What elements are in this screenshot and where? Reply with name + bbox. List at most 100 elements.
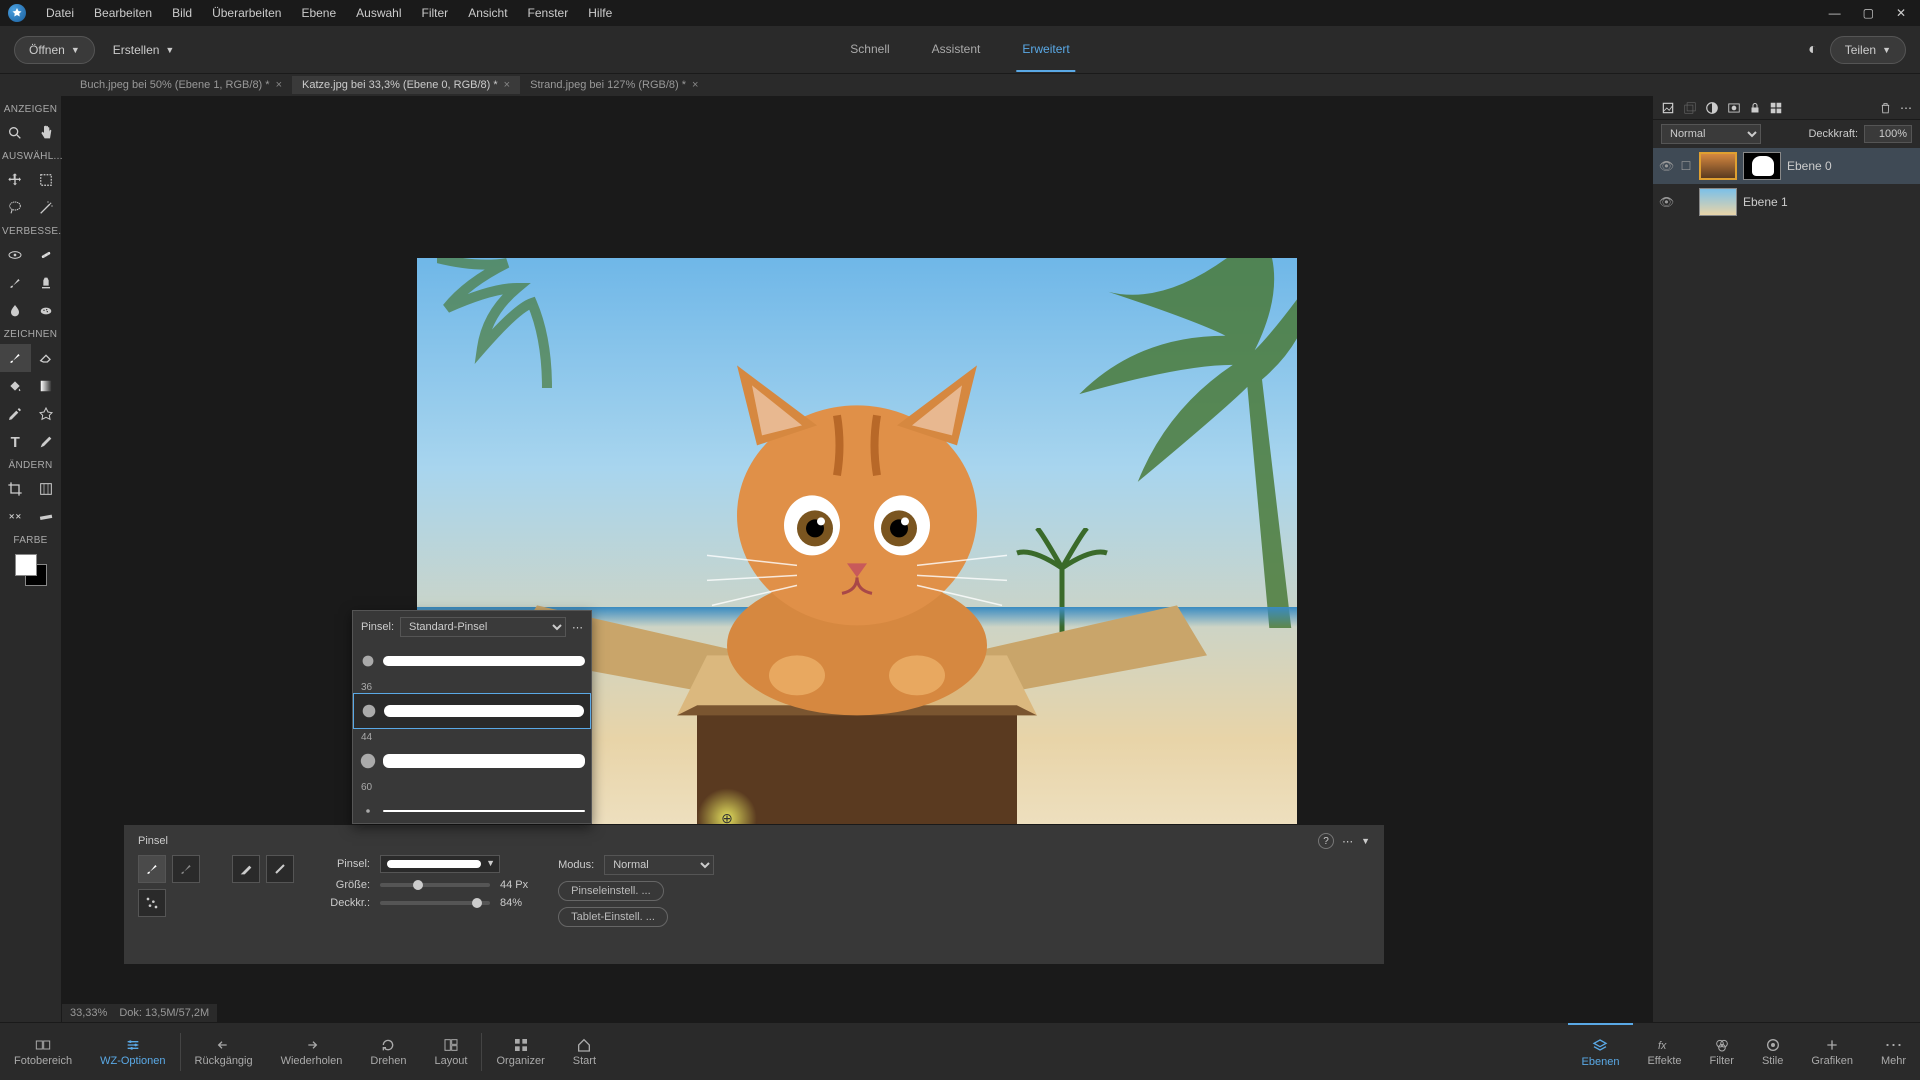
- bb-wz-optionen[interactable]: WZ-Optionen: [86, 1023, 179, 1080]
- crop-tool-icon[interactable]: [0, 475, 31, 503]
- layer-fx-icon[interactable]: [1769, 101, 1783, 115]
- color-swatch[interactable]: [15, 554, 47, 586]
- brush-item[interactable]: [353, 743, 591, 779]
- menu-bild[interactable]: Bild: [162, 2, 202, 24]
- more-icon[interactable]: ⋯: [1900, 101, 1912, 115]
- clone-stamp-tool-icon[interactable]: [31, 269, 62, 297]
- brush-preview-dropdown[interactable]: ▼: [380, 855, 500, 873]
- move-tool-icon[interactable]: [0, 166, 31, 194]
- tablet-settings-button[interactable]: Tablet-Einstell. ...: [558, 907, 668, 927]
- zoom-tool-icon[interactable]: [0, 119, 31, 147]
- bb-fotobereich[interactable]: Fotobereich: [0, 1023, 86, 1080]
- menu-ueberarbeiten[interactable]: Überarbeiten: [202, 2, 291, 24]
- smart-brush-tool-icon[interactable]: [0, 269, 31, 297]
- menu-hilfe[interactable]: Hilfe: [578, 2, 622, 24]
- brush-item[interactable]: [353, 643, 591, 679]
- share-button[interactable]: Teilen ▼: [1830, 36, 1906, 64]
- blend-mode-select[interactable]: Normal: [604, 855, 714, 875]
- spot-heal-tool-icon[interactable]: [31, 241, 62, 269]
- collapse-icon[interactable]: ▼: [1361, 836, 1370, 846]
- eraser-tool-icon[interactable]: [31, 344, 62, 372]
- mode-tab-schnell[interactable]: Schnell: [844, 28, 895, 72]
- close-icon[interactable]: ×: [504, 79, 510, 91]
- hand-tool-icon[interactable]: [31, 119, 62, 147]
- bb-layout[interactable]: Layout: [420, 1023, 481, 1080]
- brush-variant-1-icon[interactable]: [138, 855, 166, 883]
- mode-tab-erweitert[interactable]: Erweitert: [1016, 28, 1075, 72]
- bb-organizer[interactable]: Organizer: [482, 1023, 558, 1080]
- layer-mask-icon[interactable]: [1727, 101, 1741, 115]
- bb-undo[interactable]: Rückgängig: [181, 1023, 267, 1080]
- lock-layer-icon[interactable]: [1749, 101, 1761, 115]
- marquee-tool-icon[interactable]: [31, 166, 62, 194]
- layer-thumb[interactable]: [1699, 188, 1737, 216]
- paint-bucket-tool-icon[interactable]: [0, 372, 31, 400]
- layer-mask-thumb[interactable]: [1743, 152, 1781, 180]
- sponge-tool-icon[interactable]: [31, 297, 62, 325]
- eyedropper-tool-icon[interactable]: [0, 400, 31, 428]
- bb-grafiken[interactable]: Grafiken: [1797, 1023, 1867, 1080]
- brush-item[interactable]: [353, 793, 591, 823]
- bb-mehr[interactable]: ⋯ Mehr: [1867, 1023, 1920, 1080]
- visibility-toggle-icon[interactable]: 👁: [1659, 195, 1673, 209]
- more-icon[interactable]: ⋯: [572, 621, 583, 634]
- canvas-area[interactable]: ⊕ 33,33% Dok: 13,5M/57,2M Pinsel: Standa…: [62, 96, 1652, 1022]
- layer-group-icon[interactable]: [1683, 101, 1697, 115]
- doc-tab-2[interactable]: Strand.jpeg bei 127% (RGB/8) * ×: [520, 76, 708, 94]
- close-icon[interactable]: ×: [692, 79, 698, 91]
- help-icon[interactable]: ?: [1318, 833, 1334, 849]
- brush-item[interactable]: [353, 693, 591, 729]
- layer-blend-mode-select[interactable]: Normal: [1661, 124, 1761, 144]
- delete-layer-icon[interactable]: [1879, 101, 1892, 115]
- bb-rotate[interactable]: Drehen: [356, 1023, 420, 1080]
- bb-home[interactable]: Start: [559, 1023, 610, 1080]
- menu-bearbeiten[interactable]: Bearbeiten: [84, 2, 162, 24]
- menu-ebene[interactable]: Ebene: [291, 2, 346, 24]
- bb-redo[interactable]: Wiederholen: [267, 1023, 357, 1080]
- pencil-tool-icon[interactable]: [31, 428, 62, 456]
- bb-ebenen[interactable]: Ebenen: [1568, 1023, 1634, 1080]
- doc-tab-0[interactable]: Buch.jpeg bei 50% (Ebene 1, RGB/8) * ×: [70, 76, 292, 94]
- close-icon[interactable]: ✕: [1890, 4, 1912, 22]
- bb-stile[interactable]: Stile: [1748, 1023, 1797, 1080]
- create-button[interactable]: Erstellen ▼: [113, 43, 175, 57]
- text-tool-icon[interactable]: T: [0, 428, 31, 456]
- shape-tool-icon[interactable]: [31, 400, 62, 428]
- size-slider[interactable]: [380, 883, 490, 887]
- straighten-tool-icon[interactable]: [31, 503, 62, 531]
- wand-tool-icon[interactable]: [31, 194, 62, 222]
- bb-effekte[interactable]: fx Effekte: [1633, 1023, 1695, 1080]
- foreground-color[interactable]: [15, 554, 37, 576]
- opacity-slider[interactable]: [380, 901, 490, 905]
- blur-tool-icon[interactable]: [0, 297, 31, 325]
- close-icon[interactable]: ×: [276, 79, 282, 91]
- bb-filter[interactable]: Filter: [1696, 1023, 1748, 1080]
- layer-name[interactable]: Ebene 0: [1787, 159, 1832, 173]
- menu-ansicht[interactable]: Ansicht: [458, 2, 517, 24]
- layer-row[interactable]: 👁 ☐ Ebene 0: [1653, 148, 1920, 184]
- minimize-icon[interactable]: —: [1823, 4, 1847, 22]
- menu-filter[interactable]: Filter: [412, 2, 459, 24]
- link-icon[interactable]: ☐: [1679, 159, 1693, 173]
- recompose-tool-icon[interactable]: [31, 475, 62, 503]
- more-icon[interactable]: ⋯: [1342, 835, 1353, 848]
- brush-variant-5-icon[interactable]: [138, 889, 166, 917]
- brush-variant-3-icon[interactable]: [232, 855, 260, 883]
- doc-tab-1[interactable]: Katze.jpg bei 33,3% (Ebene 0, RGB/8) * ×: [292, 76, 520, 94]
- content-aware-tool-icon[interactable]: [0, 503, 31, 531]
- layer-row[interactable]: 👁 Ebene 1: [1653, 184, 1920, 220]
- brush-variant-2-icon[interactable]: [172, 855, 200, 883]
- layer-opacity-input[interactable]: [1864, 125, 1912, 143]
- brush-tool-icon[interactable]: [0, 344, 31, 372]
- new-layer-icon[interactable]: [1661, 101, 1675, 115]
- brush-preset-select[interactable]: Standard-Pinsel: [400, 617, 566, 637]
- menu-auswahl[interactable]: Auswahl: [346, 2, 411, 24]
- lasso-tool-icon[interactable]: [0, 194, 31, 222]
- menu-fenster[interactable]: Fenster: [518, 2, 579, 24]
- maximize-icon[interactable]: ▢: [1857, 4, 1880, 22]
- mode-tab-assistent[interactable]: Assistent: [926, 28, 987, 72]
- adjustment-layer-icon[interactable]: [1705, 101, 1719, 115]
- menu-datei[interactable]: Datei: [36, 2, 84, 24]
- visibility-toggle-icon[interactable]: 👁: [1659, 159, 1673, 173]
- theme-toggle-icon[interactable]: ◐: [1808, 41, 1818, 59]
